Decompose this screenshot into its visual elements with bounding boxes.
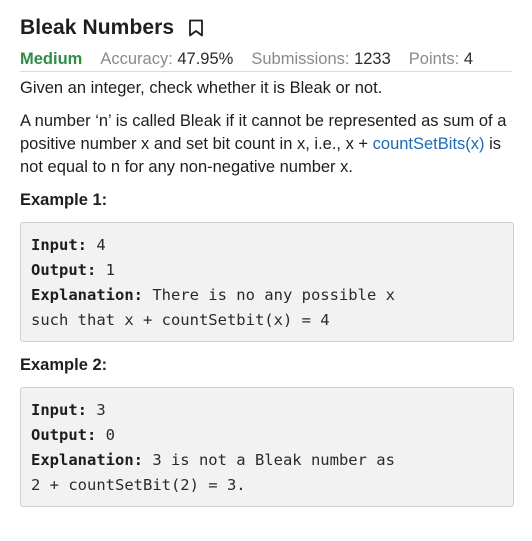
example-1-output-value: 1 — [96, 261, 115, 279]
bookmark-icon[interactable] — [188, 19, 204, 37]
points-stat: Points: 4 — [409, 50, 473, 69]
points-label: Points: — [408, 50, 460, 68]
example-2-input-value: 3 — [87, 401, 106, 419]
count-set-bits-link[interactable]: countSetBits(x) — [373, 135, 485, 153]
example-2-box: Input: 3 Output: 0 Explanation: 3 is not… — [20, 387, 514, 507]
example-1-input-value: 4 — [87, 236, 106, 254]
example-1-output-label: Output: — [31, 261, 97, 279]
problem-title: Bleak Numbers — [20, 16, 175, 39]
title-row: Bleak Numbers — [20, 14, 520, 42]
example-2-title: Example 2: — [20, 356, 108, 374]
intro-text: Given an integer, check whether it is Bl… — [20, 79, 383, 97]
accuracy-label: Accuracy: — [100, 50, 173, 68]
accuracy-value: 47.95% — [177, 50, 234, 68]
example-2-input-label: Input: — [31, 401, 87, 419]
example-1-title: Example 1: — [20, 191, 108, 209]
problem-header: Bleak Numbers Medium Accuracy: 47.95% Su… — [20, 14, 520, 69]
definition-text: A number ‘n’ is called Bleak if it canno… — [20, 110, 514, 179]
accuracy-stat: Accuracy: 47.95% — [100, 50, 233, 69]
submissions-label: Submissions: — [251, 50, 350, 68]
problem-description: Given an integer, check whether it is Bl… — [20, 77, 514, 519]
example-1-input-label: Input: — [31, 236, 87, 254]
points-value: 4 — [463, 50, 474, 68]
problem-meta: Medium Accuracy: 47.95% Submissions: 123… — [20, 50, 520, 69]
example-2-output-value: 0 — [96, 426, 115, 444]
header-divider — [20, 71, 512, 72]
example-2-explanation-label: Explanation: — [31, 451, 143, 469]
example-1-box: Input: 4 Output: 1 Explanation: There is… — [20, 222, 514, 342]
difficulty-badge: Medium — [20, 50, 83, 68]
submissions-stat: Submissions: 1233 — [251, 50, 390, 69]
example-2-output-label: Output: — [31, 426, 97, 444]
example-1-explanation-label: Explanation: — [31, 286, 143, 304]
submissions-value: 1233 — [354, 50, 391, 68]
